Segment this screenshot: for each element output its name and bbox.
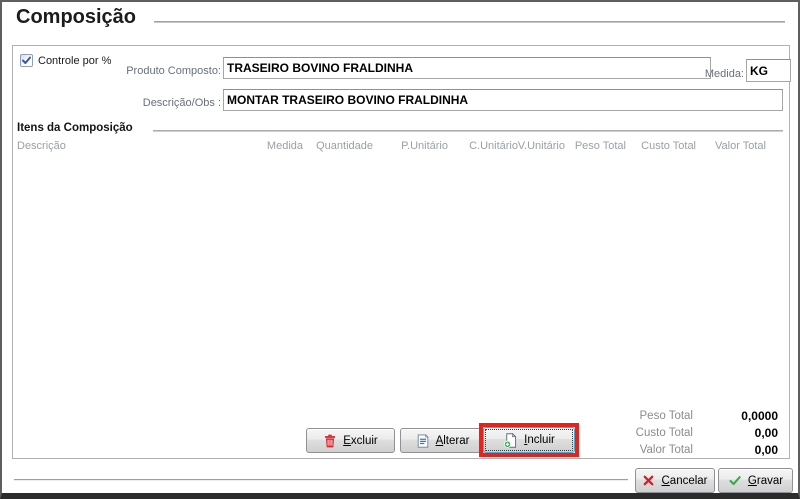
produto-composto-field[interactable] — [223, 57, 711, 79]
column-header-quantidade: Quantidade — [303, 140, 373, 152]
green-check-icon — [728, 474, 742, 487]
peso-total-value: 0,0000 — [653, 409, 778, 423]
excluir-button[interactable]: Excluir — [306, 428, 395, 453]
items-section-divider — [153, 130, 783, 132]
page-title: Composição — [16, 6, 136, 29]
composicao-dialog: Composição Controle por % Produto Compos… — [0, 0, 800, 499]
medida-field[interactable] — [746, 59, 791, 82]
produto-composto-label: Produto Composto: — [73, 65, 221, 77]
gravar-button[interactable]: Gravar — [718, 468, 793, 493]
column-header-custo-total: Custo Total — [626, 140, 696, 152]
title-divider — [154, 21, 785, 23]
add-document-icon — [503, 433, 518, 448]
edit-document-icon — [416, 434, 430, 448]
trash-icon — [323, 434, 337, 448]
column-header-peso-total: Peso Total — [558, 140, 626, 152]
column-header-v-unitario: V.Unitário — [498, 140, 565, 152]
descricao-obs-label: Descrição/Obs : — [53, 97, 221, 109]
red-x-icon — [642, 474, 655, 487]
column-header-p-unitario: P.Unitário — [378, 140, 448, 152]
descricao-obs-field[interactable] — [223, 89, 783, 111]
medida-label: Medida: — [701, 68, 744, 80]
valor-total-value: 0,00 — [653, 443, 778, 457]
items-section-title: Itens da Composição — [17, 122, 133, 134]
column-header-medida: Medida — [243, 140, 303, 152]
column-header-valor-total: Valor Total — [696, 140, 766, 152]
footer-divider — [14, 479, 628, 480]
annotation-highlight-box: Incluir — [479, 423, 579, 457]
checkbox-checked-icon — [20, 54, 33, 67]
alterar-button[interactable]: Alterar — [400, 428, 485, 453]
composition-panel: Controle por % Produto Composto: Medida:… — [12, 45, 790, 459]
incluir-button[interactable]: Incluir — [483, 427, 575, 453]
cancelar-button[interactable]: Cancelar — [635, 468, 715, 493]
items-grid-empty[interactable] — [14, 156, 788, 406]
column-header-descricao: Descrição — [17, 140, 66, 152]
custo-total-value: 0,00 — [653, 426, 778, 440]
